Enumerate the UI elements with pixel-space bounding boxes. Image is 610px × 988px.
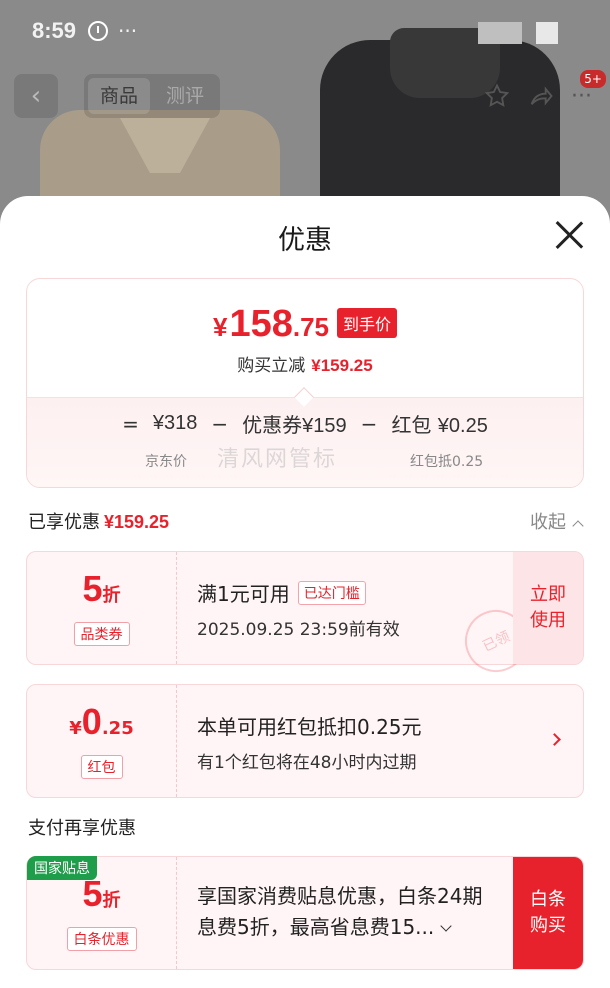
price-decimal: .75 [292,312,329,342]
formula-minus: − [211,411,229,436]
use-now-label: 立即 使用 [530,584,566,631]
formula-redpacket-label-sub: 红包抵0.25 [410,454,484,470]
enjoyed-value: ¥159.25 [104,512,170,532]
coupon-discount: 5折 [82,567,121,614]
red-packet-chip: 红包 [80,754,123,779]
back-icon: ‹ [30,81,42,111]
red-packet-expiry: 有1个红包将在48小时内过期 [197,753,417,773]
coupon-condition: 满1元可用 [197,582,290,606]
status-bar: 8:59 ··· [0,0,610,62]
pay-discount-title: 支付再享优惠 [28,818,136,839]
close-icon[interactable] [554,220,584,250]
red-packet-details: 本单可用红包抵扣0.25元 有1个红包将在48小时内过期 [197,711,503,773]
back-button[interactable]: ‹ [14,74,58,118]
clock-icon [88,21,109,41]
star-icon[interactable] [483,82,511,110]
chevron-up-icon [572,520,584,532]
formula-equals: = [122,411,139,436]
baitiao-discount-card: 国家贴息 5折 白条优惠 享国家消费贴息优惠，白条24期息费5折，最高省息费15… [26,856,584,970]
red-packet-value: ¥0.25 红包 [27,685,177,797]
coupon-condition-row: 满1元可用 已达门槛 [197,578,503,607]
price-formula: = ¥318 − 优惠券¥159 − 红包 ¥0.25 [27,409,583,438]
baitiao-discount-unit: 折 [102,889,121,911]
collapse-button[interactable]: 收起 [530,508,584,534]
signal-indicator [478,22,522,44]
top-tabs: 商品 测评 [84,74,220,118]
formula-redpacket: 红包 ¥0.25 [391,409,487,438]
status-time: 8:59 [32,18,77,43]
share-icon[interactable] [527,82,555,110]
formula-redpacket-label: 红包 [391,413,432,437]
final-price-tag: 到手价 [337,308,398,338]
baitiao-details[interactable]: 享国家消费贴息优惠，白条24期息费5折，最高省息费15... [197,881,497,943]
coupon-value: 5折 品类券 [27,552,177,664]
tab-product[interactable]: 商品 [88,78,150,114]
price-integer: 158 [229,303,293,345]
baitiao-discount: 5折 [82,872,121,919]
top-actions: ··· [483,74,592,118]
baitiao-buy-label: 白条 购买 [530,889,566,936]
red-packet-decimal: .25 [101,717,134,739]
cart-badge: 5+ [580,70,606,88]
enjoyed-label: 已享优惠 [28,512,100,533]
threshold-reached-badge: 已达门槛 [297,580,366,605]
tab-review[interactable]: 测评 [154,78,216,114]
red-packet-usage: 本单可用红包抵扣0.25元 [197,715,422,739]
coupon-details: 满1元可用 已达门槛 2025.09.25 23:59前有效 [197,578,503,640]
price-summary-card: ¥ 158 .75 到手价 购买立减 ¥159.25 = ¥318 − 优惠券¥1… [26,278,584,488]
coupon-expiry: 2025.09.25 23:59前有效 [197,620,400,640]
reduction-label: 购买立减 [237,356,306,376]
formula-minus: − [360,411,378,436]
price-currency: ¥ [212,312,228,342]
formula-coupon: 优惠券¥159 [242,409,347,438]
formula-redpacket-value: ¥0.25 [437,415,488,437]
enjoyed-discount: 已享优惠 ¥159.25 [28,508,169,534]
baitiao-value: 5折 白条优惠 [27,857,177,969]
chevron-right-icon [548,733,561,746]
red-packet-integer: 0 [81,700,102,742]
purchase-reduction: 购买立减 ¥159.25 [27,351,583,376]
coupon-discount-number: 5 [82,567,103,609]
discount-sheet: 优惠 ¥ 158 .75 到手价 购买立减 ¥159.25 = ¥318 − 优惠… [0,196,610,988]
sheet-title: 优惠 [278,225,332,256]
final-price: ¥ 158 .75 到手价 [27,303,583,346]
coupon-type-chip: 品类券 [73,621,130,646]
baitiao-buy-button[interactable]: 白条 购买 [513,857,583,969]
formula-coupon-label: 优惠券 [242,413,303,437]
formula-coupon-value: ¥159 [302,415,347,437]
watermark: 清风网管标 [217,447,338,472]
formula-jd-price: ¥318 [152,412,198,434]
status-indicators [478,22,558,44]
baitiao-description: 享国家消费贴息优惠，白条24期息费5折，最高省息费15... [197,884,483,939]
battery-indicator [536,22,558,44]
collapse-label: 收起 [530,512,566,533]
red-packet-currency: ¥ [69,717,82,739]
baitiao-discount-number: 5 [82,872,103,914]
chevron-down-icon [440,920,452,932]
red-packet-card[interactable]: ¥0.25 红包 本单可用红包抵扣0.25元 有1个红包将在48小时内过期 [26,684,584,798]
baitiao-chip: 白条优惠 [66,926,137,951]
category-coupon-card: 5折 品类券 满1元可用 已达门槛 2025.09.25 23:59前有效 已领 … [26,551,584,683]
reduction-value: ¥159.25 [311,356,373,375]
red-packet-amount: ¥0.25 [69,700,134,747]
product-collar-left [120,118,210,178]
use-now-button[interactable]: 立即 使用 [513,552,583,664]
status-more: ··· [118,19,138,43]
formula-jd-price-label: 京东价 [145,454,187,470]
coupon-discount-unit: 折 [102,584,121,606]
